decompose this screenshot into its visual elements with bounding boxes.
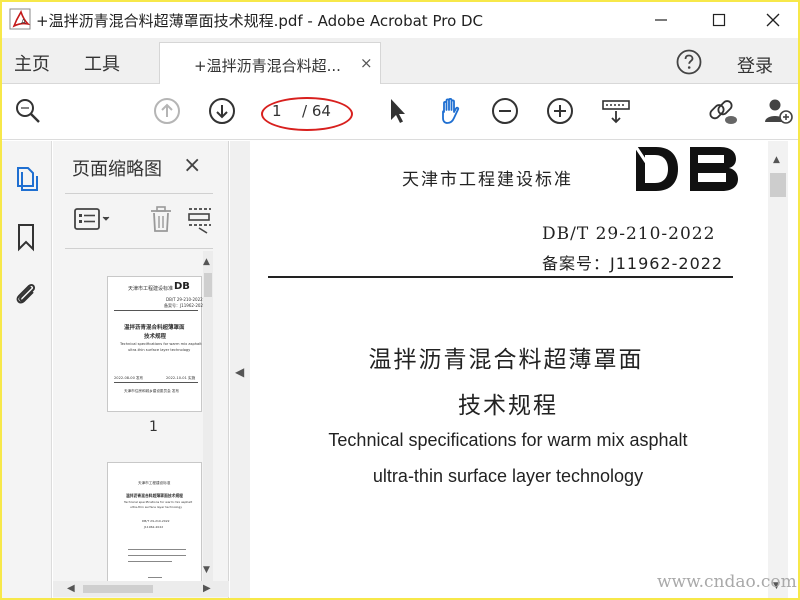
login-button[interactable]: 登录: [737, 52, 773, 78]
doc-title-line-2: 技术规程: [458, 393, 558, 419]
tab-document[interactable]: +温拌沥青混合料超... ×: [159, 42, 381, 85]
add-user-icon[interactable]: [761, 94, 795, 128]
panel-title: 页面缩略图: [72, 159, 162, 180]
thumbnail-page-1[interactable]: 天津市工程建设标准 DB DB/T 29-210-2022 备案号：J11962…: [108, 277, 206, 411]
tab-home[interactable]: 主页: [14, 50, 50, 76]
thumbnail-scrollbar[interactable]: [203, 251, 213, 581]
thumb2-record: J11962-2022: [144, 525, 164, 529]
page-fit-icon[interactable]: [599, 94, 633, 128]
insert-page-icon[interactable]: [187, 204, 213, 234]
document-view: 天津市工程建设标准 DB/T 29-210-2022 备案号：J11962-20…: [250, 141, 762, 598]
acrobat-logo-icon: A: [8, 6, 34, 32]
doc-code: DB/T 29-210-2022: [542, 224, 716, 244]
delete-page-icon[interactable]: [147, 204, 175, 234]
thumb2-line-1: [128, 549, 186, 550]
thumbnail-scroll-handle[interactable]: [204, 273, 212, 297]
thumb1-title1: 温拌沥青混合料超薄罩面: [124, 325, 185, 331]
zoom-out-icon[interactable]: [488, 94, 522, 128]
thumb2-line-2: [128, 555, 186, 556]
thumb2-line-4: [148, 577, 162, 578]
thumb2-title: 温拌沥青混合料超薄罩面技术规程: [126, 493, 183, 498]
db-logo: [632, 141, 742, 199]
thumbnail-panel: 页面缩略图 × 天津市工程建设标准 DB DB/T 29-210-2022 备案…: [53, 141, 229, 598]
select-cursor-icon[interactable]: [380, 94, 414, 128]
thumb1-en1: Technical specifications for warm mix as…: [120, 342, 202, 346]
doc-org: 天津市工程建设标准: [402, 170, 573, 190]
document-scroll-track[interactable]: [768, 141, 788, 598]
tab-bar: 主页 工具 +温拌沥青混合料超... × 登录: [2, 38, 798, 85]
svg-text:A: A: [21, 18, 26, 26]
thumb1-en2: ultra-thin surface layer technology: [128, 348, 191, 352]
thumbnail-hscrollbar[interactable]: ◀ ▶: [53, 581, 229, 597]
page-thumbnails-icon[interactable]: [10, 163, 42, 195]
tab-document-label: +温拌沥青混合料超...: [194, 57, 341, 75]
search-icon[interactable]: [11, 94, 45, 128]
thumb2-code: DB/T 29-210-2022: [142, 519, 170, 523]
maximize-button[interactable]: [696, 2, 742, 38]
maximize-icon: [712, 13, 726, 27]
thumb1-issuer: 天津市住房和城乡建设委员会 发布: [124, 389, 180, 393]
thumbnail-list: 天津市工程建设标准 DB DB/T 29-210-2022 备案号：J11962…: [53, 251, 213, 581]
thumb1-record: 备案号：J11962-2022: [164, 303, 206, 308]
doc-english-line-2: ultra-thin surface layer technology: [372, 466, 644, 486]
doc-scroll-up-icon[interactable]: ▲: [773, 155, 780, 165]
thumbnail-page-number: 1: [149, 419, 158, 435]
scroll-up-icon[interactable]: ▲: [203, 257, 210, 267]
bookmark-icon[interactable]: [10, 221, 42, 253]
app-window: A +温拌沥青混合料超薄罩面技术规程.pdf - Adobe Acrobat P…: [2, 2, 798, 598]
thumb1-db-logo: DB: [174, 281, 190, 292]
scroll-down-icon[interactable]: ▼: [203, 565, 210, 575]
panel-close-button[interactable]: ×: [183, 153, 201, 178]
scroll-right-icon[interactable]: ▶: [203, 583, 211, 594]
toolbar: / 64: [2, 84, 798, 140]
share-link-icon[interactable]: [706, 94, 740, 128]
thumb1-title2: 技术规程: [144, 334, 167, 340]
prev-page-icon[interactable]: [150, 94, 184, 128]
attachment-icon[interactable]: [10, 277, 42, 309]
thumb2-en1: Technical specifications for warm mix as…: [124, 500, 193, 504]
zoom-in-icon[interactable]: [543, 94, 577, 128]
page-number-highlight: [261, 97, 353, 131]
title-bar: A +温拌沥青混合料超薄罩面技术规程.pdf - Adobe Acrobat P…: [2, 2, 798, 38]
thumb1-code: DB/T 29-210-2022: [166, 297, 203, 302]
thumbnail-hscroll-handle[interactable]: [83, 585, 153, 593]
thumb1-org: 天津市工程建设标准: [128, 286, 174, 292]
window-title: +温拌沥青混合料超薄罩面技术规程.pdf - Adobe Acrobat Pro…: [36, 12, 484, 30]
scroll-left-icon[interactable]: ◀: [67, 583, 75, 594]
thumb1-rule: [114, 310, 198, 311]
doc-english-line-1: Technical specifications for warm mix as…: [328, 430, 688, 450]
collapse-panel-icon[interactable]: ◀: [235, 365, 244, 379]
panel-splitter[interactable]: ◀: [230, 141, 250, 598]
tab-tools[interactable]: 工具: [84, 50, 120, 76]
next-page-icon[interactable]: [205, 94, 239, 128]
document-scrollbar[interactable]: ▲ ▼: [762, 141, 798, 598]
thumb2-org: 天津市工程建设标准: [138, 481, 171, 485]
navigation-rail: [2, 141, 52, 598]
doc-record-number: 备案号：J11962-2022: [542, 254, 724, 273]
thumbnail-options-icon[interactable]: [73, 204, 113, 234]
tab-close-button[interactable]: ×: [360, 54, 373, 72]
close-icon: [766, 13, 780, 27]
thumb1-date-right: 2022-10-01 实施: [166, 376, 196, 380]
watermark: www.cndao.com: [657, 572, 797, 592]
minimize-icon: [655, 19, 667, 21]
document-scroll-handle[interactable]: [770, 173, 786, 197]
thumbnail-page-2[interactable]: 天津市工程建设标准 温拌沥青混合料超薄罩面技术规程 Technical spec…: [108, 463, 201, 581]
minimize-button[interactable]: [638, 2, 684, 38]
close-window-button[interactable]: [750, 2, 796, 38]
doc-divider: [268, 276, 733, 278]
thumb2-en2: ultra-thin surface layer technology: [130, 505, 183, 509]
panel-toolbar: [65, 193, 213, 249]
thumb2-line-3: [128, 561, 172, 562]
hand-tool-icon[interactable]: [434, 94, 468, 128]
help-icon[interactable]: [675, 48, 703, 76]
doc-title-line-1: 温拌沥青混合料超薄罩面: [368, 347, 644, 373]
thumb1-rule-bottom: [114, 382, 198, 383]
thumb1-date-left: 2022-08-00 发布: [114, 376, 144, 380]
